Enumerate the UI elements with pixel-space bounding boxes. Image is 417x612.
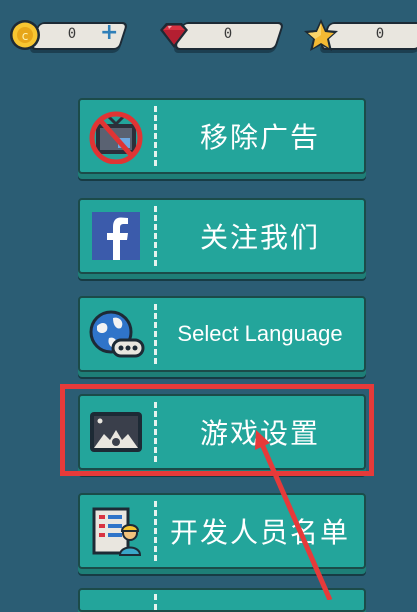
annotation-arrow (255, 430, 333, 600)
